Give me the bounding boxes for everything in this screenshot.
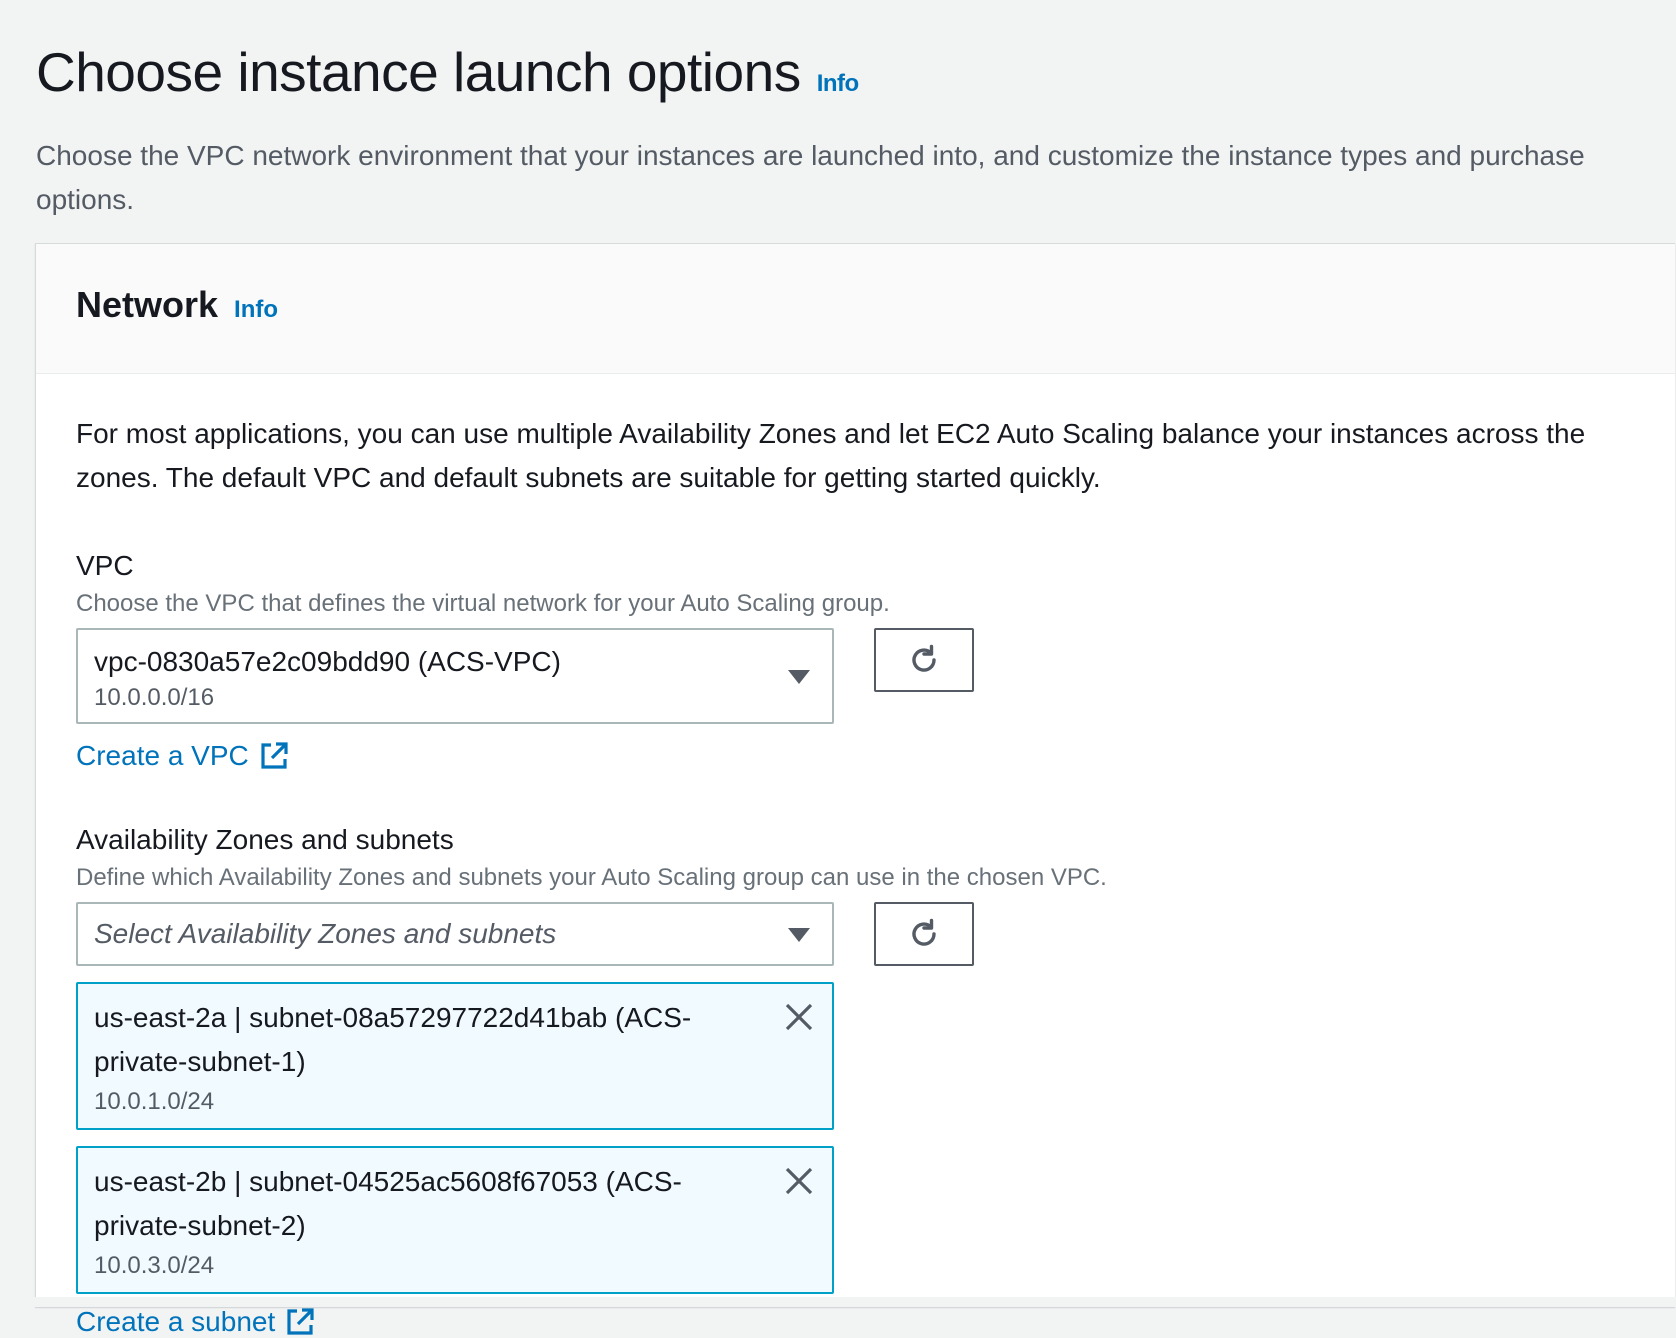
az-select[interactable]: Select Availability Zones and subnets bbox=[76, 902, 834, 966]
external-link-icon bbox=[287, 1308, 314, 1335]
subnet-token-cidr: 10.0.3.0/24 bbox=[94, 1252, 215, 1279]
network-panel: Network Info For most applications, you … bbox=[35, 243, 1675, 1337]
vpc-label: VPC bbox=[76, 550, 134, 581]
az-description: Define which Availability Zones and subn… bbox=[76, 864, 1107, 891]
vpc-row: vpc-0830a57e2c09bdd90 (ACS-VPC) 10.0.0.0… bbox=[76, 628, 1635, 724]
az-row: Select Availability Zones and subnets bbox=[76, 902, 1635, 966]
network-info-link[interactable]: Info bbox=[234, 296, 278, 324]
refresh-icon bbox=[912, 918, 936, 946]
caret-down-icon bbox=[788, 670, 810, 684]
az-label: Availability Zones and subnets bbox=[76, 824, 454, 855]
create-subnet-link-text: Create a subnet bbox=[76, 1306, 276, 1337]
page-bottom-edge bbox=[0, 1297, 1676, 1307]
close-icon[interactable] bbox=[782, 1164, 816, 1198]
vpc-refresh-button[interactable] bbox=[874, 628, 974, 692]
refresh-icon bbox=[912, 644, 936, 672]
page-header: Choose instance launch options Info Choo… bbox=[36, 36, 1656, 222]
create-vpc-link-text: Create a VPC bbox=[76, 740, 249, 771]
subnet-token-text: us-east-2b | subnet-04525ac5608f67053 (A… bbox=[94, 1166, 682, 1241]
page-description: Choose the VPC network environment that … bbox=[36, 140, 1585, 215]
network-title: Network bbox=[76, 284, 219, 325]
page-title: Choose instance launch options Info bbox=[36, 36, 1656, 120]
page-info-link[interactable]: Info bbox=[817, 48, 859, 120]
vpc-field: VPC Choose the VPC that defines the virt… bbox=[76, 548, 1635, 772]
network-panel-header: Network Info bbox=[36, 244, 1675, 374]
vpc-select[interactable]: vpc-0830a57e2c09bdd90 (ACS-VPC) 10.0.0.0… bbox=[76, 628, 834, 724]
caret-down-icon bbox=[788, 928, 810, 942]
vpc-description: Choose the VPC that defines the virtual … bbox=[76, 590, 890, 617]
az-field: Availability Zones and subnets Define wh… bbox=[76, 822, 1635, 1338]
external-link-icon bbox=[261, 742, 288, 769]
subnet-token: us-east-2a | subnet-08a57297722d41bab (A… bbox=[76, 982, 834, 1130]
subnet-token: us-east-2b | subnet-04525ac5608f67053 (A… bbox=[76, 1146, 834, 1294]
az-placeholder: Select Availability Zones and subnets bbox=[94, 918, 557, 949]
page-title-text: Choose instance launch options bbox=[36, 41, 801, 103]
az-refresh-button[interactable] bbox=[874, 902, 974, 966]
subnet-token-cidr: 10.0.1.0/24 bbox=[94, 1088, 215, 1115]
subnet-token-text: us-east-2a | subnet-08a57297722d41bab (A… bbox=[94, 1002, 692, 1077]
vpc-selected-cidr: 10.0.0.0/16 bbox=[94, 684, 215, 711]
create-vpc-link[interactable]: Create a VPC bbox=[76, 740, 289, 772]
network-panel-body: For most applications, you can use multi… bbox=[36, 374, 1675, 1338]
close-icon[interactable] bbox=[782, 1000, 816, 1034]
network-intro: For most applications, you can use multi… bbox=[76, 418, 1586, 493]
create-subnet-link[interactable]: Create a subnet bbox=[76, 1306, 315, 1338]
vpc-selected-value: vpc-0830a57e2c09bdd90 (ACS-VPC) bbox=[94, 646, 561, 677]
